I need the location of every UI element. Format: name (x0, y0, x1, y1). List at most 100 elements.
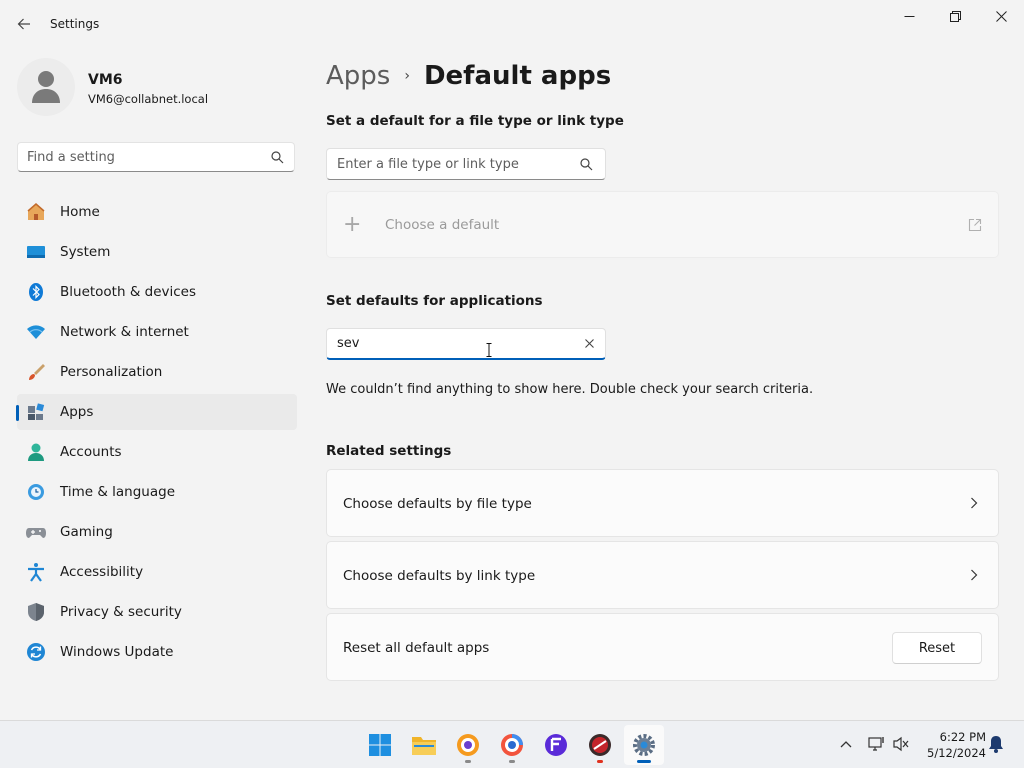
defaults-by-link-type-card[interactable]: Choose defaults by link type (326, 541, 999, 609)
chevron-right-icon (971, 497, 978, 509)
sidebar-item-privacy-security[interactable]: Privacy & security (17, 594, 297, 630)
file-type-section-heading: Set a default for a file type or link ty… (326, 113, 624, 129)
folder-icon (412, 737, 436, 755)
taskbar-app-red[interactable] (580, 725, 620, 765)
open-external-icon (968, 218, 982, 232)
sidebar-item-label: Privacy & security (60, 604, 182, 620)
search-icon[interactable] (580, 158, 593, 171)
defaults-by-link-type-label: Choose defaults by link type (343, 568, 536, 584)
window-title: Settings (50, 17, 100, 31)
bluetooth-icon (29, 283, 43, 301)
chevron-right-icon (971, 569, 978, 581)
back-button[interactable] (12, 12, 36, 36)
app-f-icon (545, 734, 567, 756)
page-title: Default apps (423, 61, 612, 91)
clock-time: 6:22 PM (939, 730, 986, 744)
sidebar-item-label: Bluetooth & devices (60, 284, 197, 300)
back-arrow-icon (17, 18, 30, 30)
taskbar-clock[interactable]: 6:22 PM 5/12/2024 (916, 729, 986, 761)
choose-default-label: Choose a default (385, 217, 500, 233)
close-icon (585, 339, 594, 348)
sidebar-item-label: Accessibility (60, 564, 144, 580)
sidebar-item-gaming[interactable]: Gaming (17, 514, 297, 550)
sidebar-item-label: Time & language (60, 484, 176, 500)
running-indicator (637, 760, 651, 763)
sidebar-item-label: Gaming (60, 524, 113, 540)
sidebar-item-network[interactable]: Network & internet (17, 314, 297, 350)
volume-button[interactable] (891, 734, 911, 754)
empty-results-message: We couldn’t find anything to show here. … (326, 382, 814, 397)
system-icon (27, 246, 45, 258)
sidebar-item-accessibility[interactable]: Accessibility (17, 554, 297, 590)
app-search-input[interactable] (327, 329, 567, 358)
windows-logo-icon (369, 734, 391, 756)
taskbar-app-f[interactable] (536, 725, 576, 765)
choose-default-card: + Choose a default (326, 191, 999, 258)
app-search-box (326, 328, 606, 360)
shield-icon (28, 603, 44, 621)
taskbar-file-explorer[interactable] (404, 725, 444, 765)
applications-section-heading: Set defaults for applications (326, 293, 543, 309)
clock-date: 5/12/2024 (927, 746, 986, 760)
sidebar-item-system[interactable]: System (17, 234, 297, 270)
taskbar-browser-1[interactable] (448, 725, 488, 765)
taskbar: 6:22 PM 5/12/2024 (0, 720, 1024, 768)
running-indicator (465, 760, 471, 763)
search-icon[interactable] (271, 151, 284, 164)
file-type-search-box (326, 148, 606, 180)
sidebar-item-label: Network & internet (60, 324, 189, 340)
controller-icon (26, 528, 46, 538)
taskbar-settings[interactable] (624, 725, 664, 765)
defaults-by-file-type-card[interactable]: Choose defaults by file type (326, 469, 999, 537)
related-settings-heading: Related settings (326, 443, 452, 459)
person-icon (32, 71, 60, 103)
sidebar-item-label: System (60, 244, 111, 260)
speaker-muted-icon (893, 736, 909, 752)
home-icon (27, 203, 45, 220)
wifi-icon (27, 325, 45, 339)
update-icon (27, 643, 45, 661)
breadcrumb-parent-link[interactable]: Apps (326, 61, 390, 91)
network-status-button[interactable] (867, 734, 887, 754)
sidebar-item-label: Apps (60, 404, 94, 420)
sidebar-item-windows-update[interactable]: Windows Update (17, 634, 297, 670)
reset-button[interactable]: Reset (892, 632, 982, 664)
accounts-icon (28, 443, 44, 461)
settings-search-input[interactable] (18, 143, 248, 171)
avatar (17, 58, 75, 116)
restore-button[interactable] (932, 4, 978, 28)
show-hidden-icons-button[interactable] (836, 734, 856, 754)
brush-icon (29, 364, 45, 380)
browser-icon (501, 734, 523, 756)
sidebar-nav: Home System Bluetooth & devices Network … (16, 194, 297, 674)
reset-default-apps-label: Reset all default apps (343, 640, 490, 656)
settings-search-box (17, 142, 295, 172)
sidebar-item-label: Windows Update (60, 644, 174, 660)
apps-icon (28, 403, 45, 420)
sidebar-item-accounts[interactable]: Accounts (17, 434, 297, 470)
taskbar-browser-2[interactable] (492, 725, 532, 765)
file-type-search-input[interactable] (327, 149, 567, 179)
minimize-button[interactable] (886, 4, 932, 28)
reset-default-apps-card: Reset all default apps Reset (326, 613, 999, 681)
sidebar-item-time-language[interactable]: Time & language (17, 474, 297, 510)
user-email: VM6@collabnet.local (88, 92, 209, 106)
sidebar-item-label: Home (60, 204, 100, 220)
sidebar-item-label: Personalization (60, 364, 163, 380)
close-icon (995, 10, 1007, 22)
clear-search-button[interactable] (585, 337, 594, 352)
title-bar: Settings (0, 0, 1024, 48)
bell-icon (989, 736, 1003, 753)
start-button[interactable] (360, 725, 400, 765)
user-profile[interactable]: VM6 VM6@collabnet.local (17, 58, 297, 118)
sidebar-item-personalization[interactable]: Personalization (17, 354, 297, 390)
close-button[interactable] (978, 4, 1024, 28)
sidebar-item-apps[interactable]: Apps (16, 394, 297, 430)
app-red-icon (589, 734, 611, 756)
notifications-button[interactable] (986, 734, 1006, 754)
sidebar-item-home[interactable]: Home (17, 194, 297, 230)
defaults-by-file-type-label: Choose defaults by file type (343, 496, 532, 512)
sidebar-item-bluetooth[interactable]: Bluetooth & devices (17, 274, 297, 310)
minimize-icon (904, 15, 914, 17)
sidebar-item-label: Accounts (60, 444, 122, 460)
